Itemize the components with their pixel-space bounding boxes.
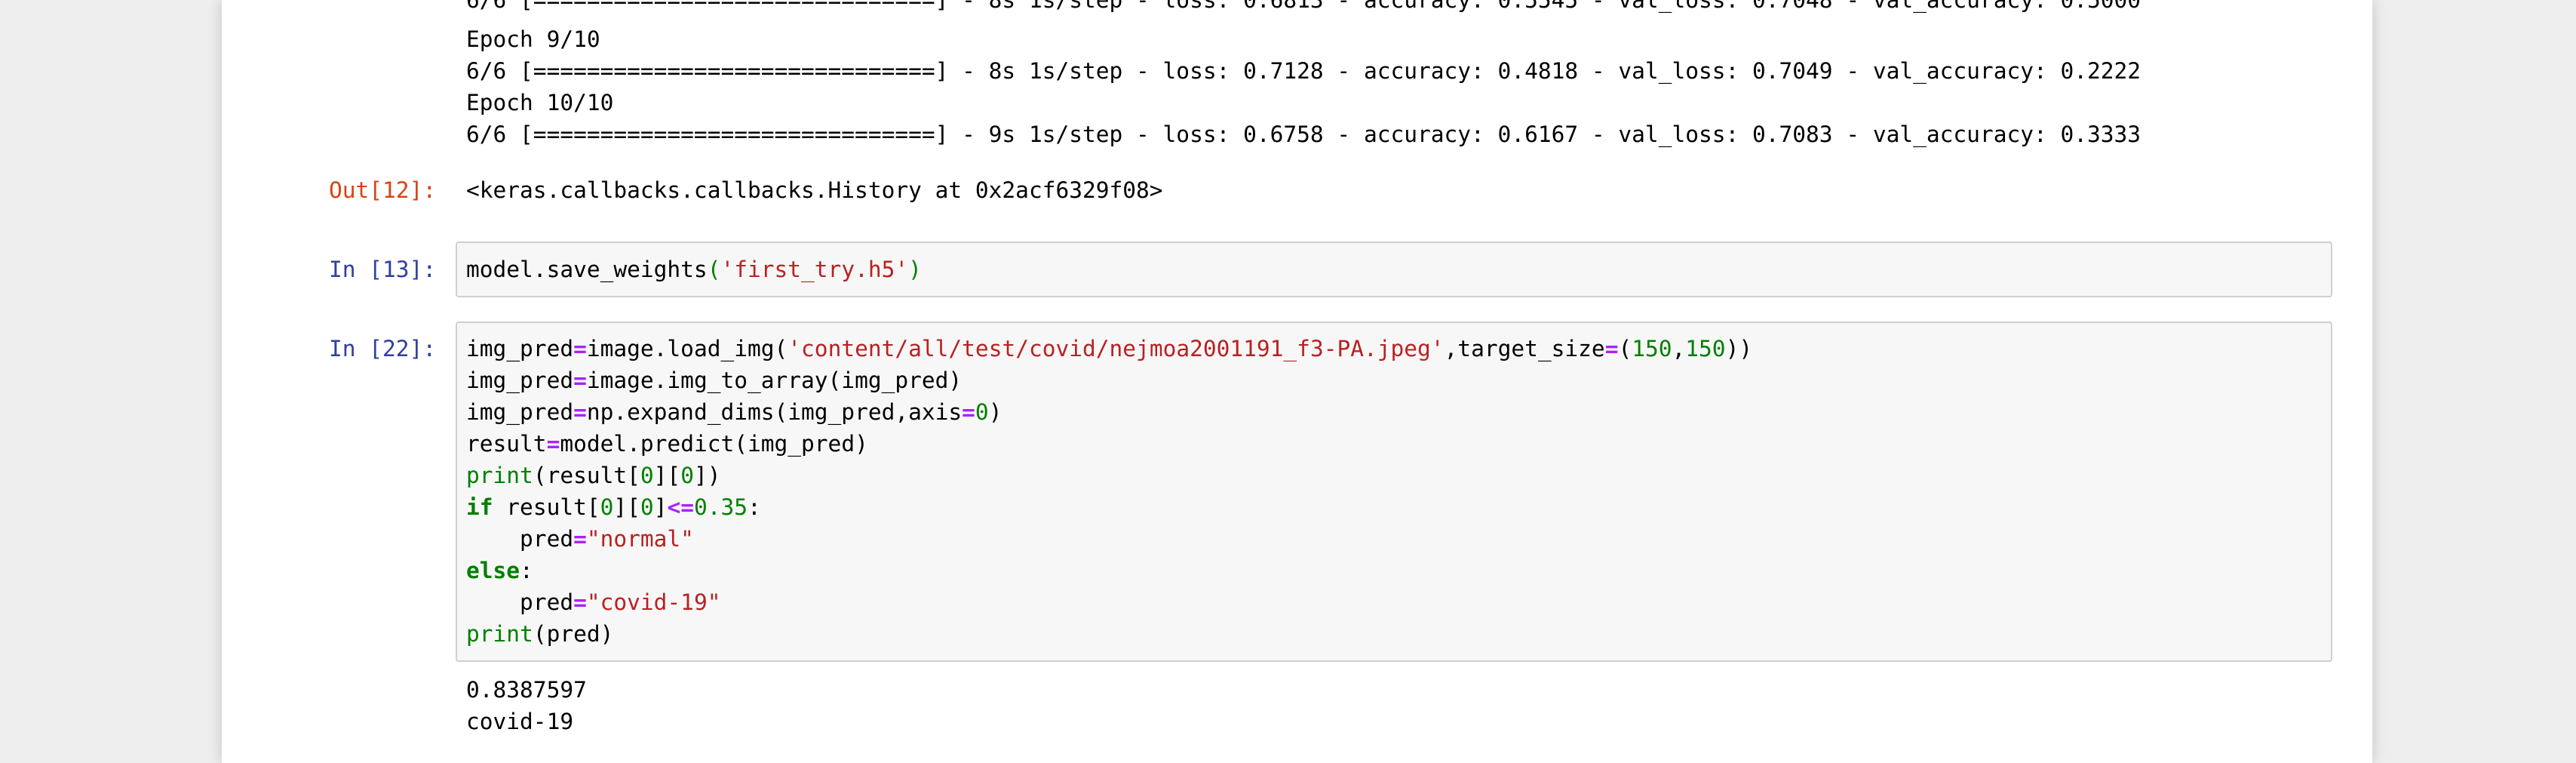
code-operator: =: [573, 526, 587, 552]
code-token: result[: [493, 494, 600, 520]
code-token: ): [908, 257, 922, 282]
code-line: pred="covid-19": [466, 586, 720, 618]
output-line: 6/6 [==============================] - 9…: [466, 122, 2142, 147]
code-line: else:: [466, 555, 533, 586]
code-token: (: [1618, 336, 1632, 362]
code-token: (pred): [533, 621, 614, 647]
code-string: 'first_try.h5': [720, 257, 909, 282]
code-operator: =: [573, 589, 587, 615]
code-string: "covid-19": [586, 589, 721, 615]
code-number: 0: [640, 463, 654, 488]
code-line: img_pred=image.load_img('content/all/tes…: [466, 333, 1752, 365]
code-operator: =: [1604, 336, 1619, 362]
code-operator: =: [962, 399, 975, 425]
code-keyword: else: [466, 558, 520, 583]
output-text: <keras.callbacks.callbacks.History at 0x…: [466, 177, 1163, 203]
code-keyword: if: [466, 494, 493, 520]
code-token: :: [748, 494, 761, 520]
code-token: (result[: [533, 463, 640, 488]
code-token: ,target_size: [1444, 336, 1605, 362]
output-prompt: Out[12]:: [329, 177, 437, 203]
code-number: 0.35: [693, 494, 748, 520]
code-token: ][: [613, 494, 640, 520]
code-line: print(result[0][0]): [466, 460, 721, 491]
code-line: model.save_weights('first_try.h5'): [466, 254, 922, 285]
code-token: pred: [520, 589, 574, 615]
input-prompt: In [13]:: [329, 257, 437, 282]
code-line: print(pred): [466, 618, 613, 650]
code-token: img_pred: [466, 336, 574, 362]
code-line: result=model.predict(img_pred): [466, 428, 868, 460]
code-number: 150: [1632, 336, 1672, 362]
code-number: 0: [640, 494, 654, 520]
code-token: ,: [1672, 336, 1686, 362]
input-prompt: In [22]:: [329, 336, 437, 362]
code-number: 0: [975, 399, 989, 425]
code-builtin: print: [466, 463, 533, 488]
code-token: img_pred: [466, 368, 574, 393]
code-operator: =: [573, 399, 587, 425]
code-token: )): [1725, 336, 1753, 362]
code-token: ]: [653, 494, 668, 520]
code-token: result: [466, 431, 547, 457]
code-builtin: print: [466, 621, 533, 647]
code-operator: =: [573, 368, 587, 393]
code-token: image.load_img(: [586, 336, 788, 362]
code-line: pred="normal": [466, 523, 694, 555]
code-token: (: [707, 257, 721, 282]
output-line: Epoch 10/10: [466, 90, 614, 115]
code-token: model.predict(img_pred): [560, 431, 868, 457]
code-operator: =: [573, 336, 587, 362]
code-number: 0: [680, 463, 694, 488]
code-token: model.save_weights: [466, 257, 708, 282]
code-line: img_pred=image.img_to_array(img_pred): [466, 365, 962, 396]
cell-output-line: covid-19: [466, 709, 574, 734]
code-token: ): [988, 399, 1002, 425]
code-token: ][: [653, 463, 681, 488]
code-token: image.img_to_array(img_pred): [586, 368, 963, 393]
code-token: img_pred: [466, 399, 574, 425]
code-string: 'content/all/test/covid/nejmoa2001191_f3…: [788, 336, 1445, 362]
output-line: Epoch 9/10: [466, 26, 600, 52]
output-line: 6/6 [==============================] - 8…: [466, 58, 2142, 84]
code-number: 0: [600, 494, 614, 520]
code-token: ]): [693, 463, 721, 488]
code-string: "normal": [586, 526, 694, 552]
code-token: pred: [520, 526, 574, 552]
code-operator: =: [546, 431, 560, 457]
code-number: 150: [1685, 336, 1726, 362]
cell-output-line: 0.8387597: [466, 677, 587, 703]
code-token: :: [520, 558, 533, 583]
output-line: 6/6 [==============================] - 8…: [466, 0, 2142, 13]
code-line: if result[0][0]<=0.35:: [466, 491, 761, 523]
code-operator: <=: [667, 494, 694, 520]
code-token: np.expand_dims(img_pred,axis: [586, 399, 963, 425]
code-line: img_pred=np.expand_dims(img_pred,axis=0): [466, 396, 1002, 428]
